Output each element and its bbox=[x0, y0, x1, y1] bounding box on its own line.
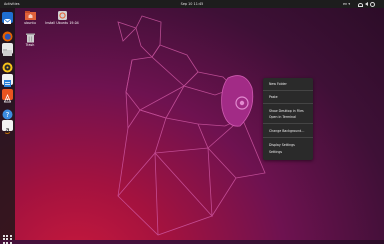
menu-item-new-folder[interactable]: New Folder bbox=[269, 82, 287, 86]
desktop-install-ubuntu[interactable]: Install Ubuntu 19.04 bbox=[45, 10, 79, 26]
firefox-icon[interactable] bbox=[2, 27, 13, 42]
rhythmbox-icon[interactable] bbox=[2, 58, 13, 73]
menu-item-paste[interactable]: Paste bbox=[269, 95, 278, 99]
menu-item-settings[interactable]: Settings bbox=[269, 150, 282, 154]
wallpaper-disco-dingo bbox=[117, 15, 266, 236]
language-indicator[interactable]: en ▾ bbox=[343, 2, 350, 6]
desktop-trash[interactable]: Trash bbox=[16, 32, 44, 48]
thunderbird-icon[interactable] bbox=[2, 12, 13, 24]
desktop-item-label: ubuntu bbox=[24, 21, 36, 25]
trash-icon bbox=[25, 32, 36, 43]
menu-separator bbox=[263, 103, 313, 104]
help-icon[interactable]: ? bbox=[2, 105, 13, 120]
menu-separator bbox=[263, 137, 313, 138]
menu-separator bbox=[263, 123, 313, 124]
desktop-item-label: Install Ubuntu 19.04 bbox=[45, 21, 79, 25]
libreoffice-writer-icon[interactable] bbox=[2, 74, 13, 87]
top-bar: Activities Sep 10 11:45 en ▾ bbox=[0, 0, 384, 8]
amazon-icon[interactable]: a bbox=[2, 120, 13, 134]
installer-icon bbox=[57, 10, 68, 21]
menu-item-open-in-terminal[interactable]: Open in Terminal bbox=[269, 115, 296, 119]
menu-item-change-background[interactable]: Change Background… bbox=[269, 129, 304, 133]
dock: ? a bbox=[0, 8, 15, 244]
menu-separator bbox=[263, 90, 313, 91]
desktop-home-folder[interactable]: ubuntu bbox=[16, 10, 44, 26]
ubuntu-software-icon[interactable] bbox=[2, 89, 13, 103]
volume-icon bbox=[365, 2, 368, 6]
menu-item-display-settings[interactable]: Display Settings bbox=[269, 143, 295, 147]
network-icon bbox=[358, 2, 363, 7]
desktop-item-label: Trash bbox=[25, 43, 35, 47]
power-icon bbox=[370, 1, 375, 7]
clock[interactable]: Sep 10 11:45 bbox=[0, 2, 384, 6]
menu-item-show-desktop-in-files[interactable]: Show Desktop in Files bbox=[269, 109, 304, 113]
files-icon[interactable] bbox=[2, 43, 13, 56]
svg-text:?: ? bbox=[6, 111, 10, 119]
home-folder-icon bbox=[24, 10, 36, 21]
desktop-context-menu: New Folder Paste Show Desktop in Files O… bbox=[263, 78, 313, 160]
system-tray[interactable] bbox=[358, 1, 375, 7]
